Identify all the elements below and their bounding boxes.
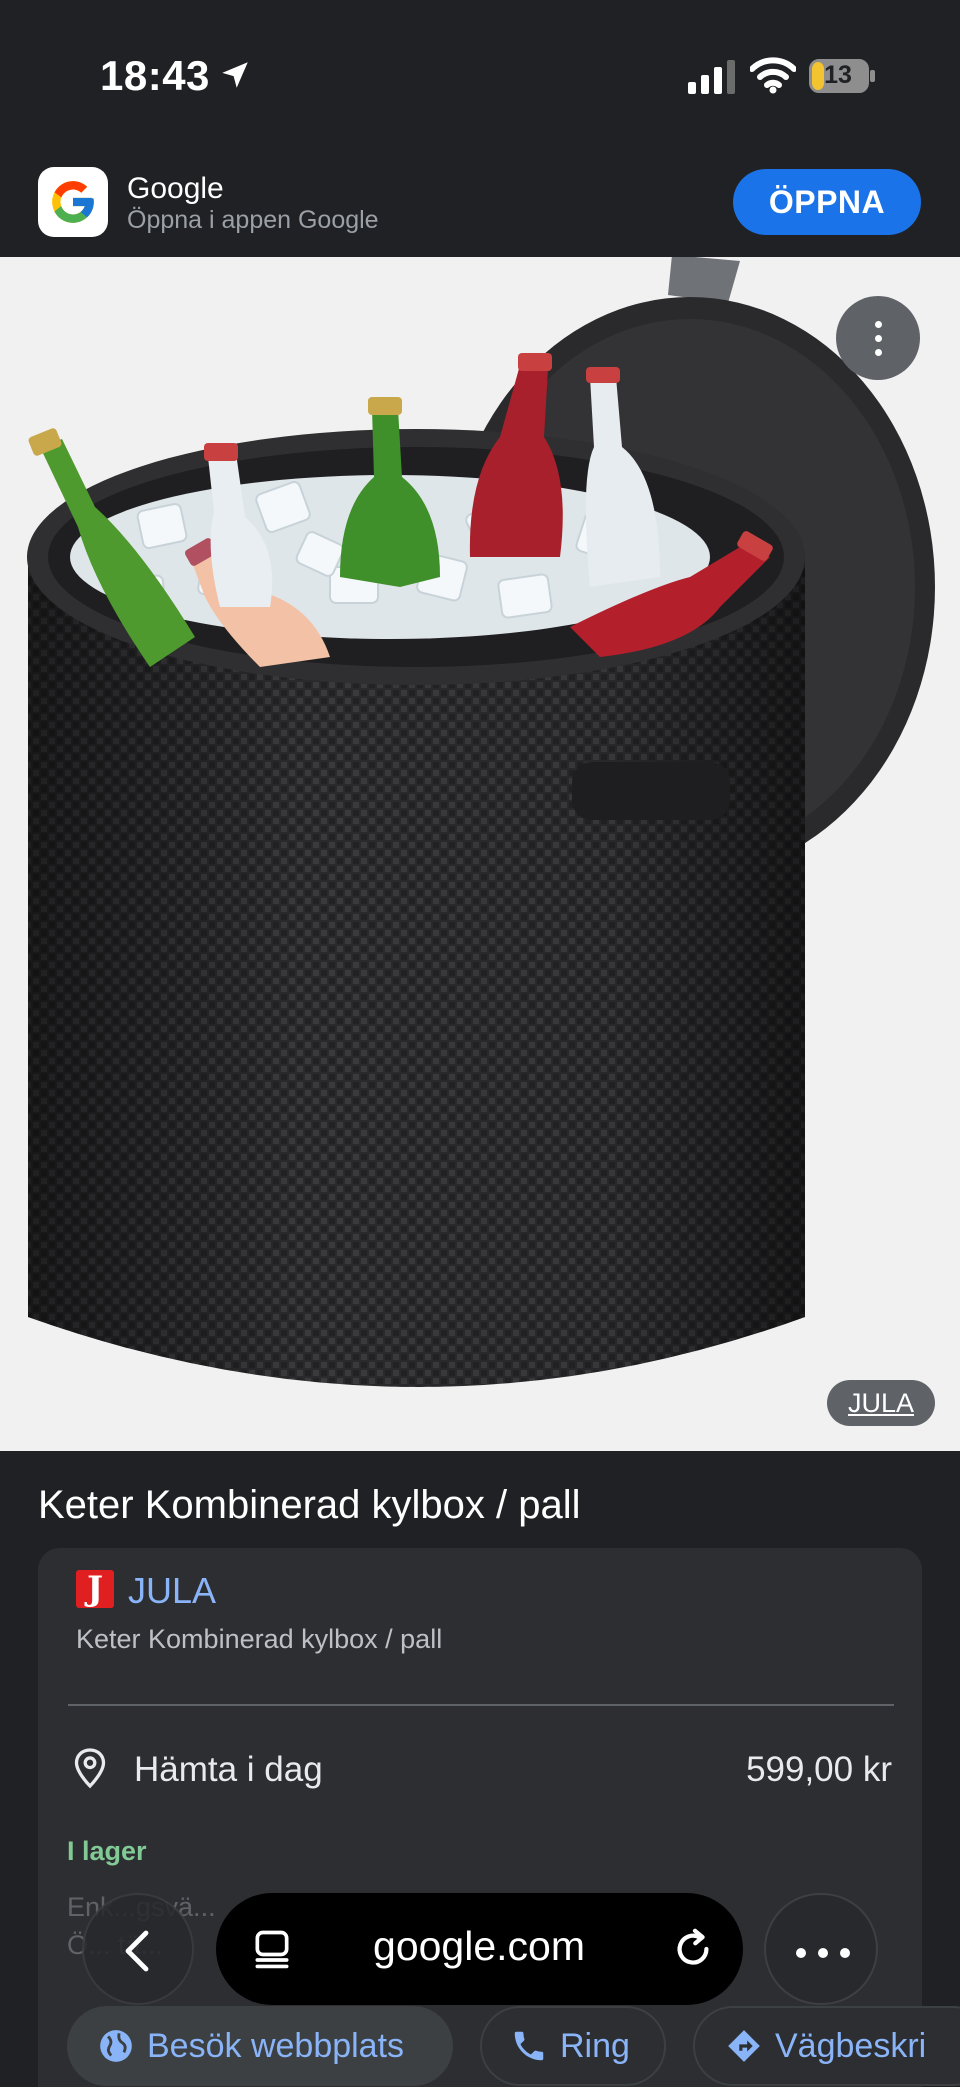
tabs-icon[interactable] [250, 1926, 294, 1972]
google-app-icon[interactable] [38, 167, 108, 237]
jula-logo: J [76, 1570, 114, 1608]
location-pin-icon [74, 1748, 106, 1789]
price: 599,00 kr [746, 1750, 892, 1789]
call-label: Ring [560, 2026, 630, 2065]
product-title: Keter Kombinerad kylbox / pall [38, 1483, 581, 1527]
wifi-icon [750, 57, 796, 94]
open-in-app-button[interactable]: ÖPPNA [733, 169, 921, 235]
location-arrow-icon [222, 62, 248, 88]
visit-website-label: Besök webbplats [147, 2026, 405, 2065]
status-time: 18:43 [100, 52, 210, 99]
jula-logo-letter: J [86, 1569, 104, 1609]
cellular-signal-icon [688, 60, 735, 94]
offer-item-name: Keter Kombinerad kylbox / pall [76, 1624, 443, 1654]
dot [875, 349, 882, 356]
call-button[interactable]: Ring [480, 2006, 666, 2086]
globe-icon [100, 2030, 132, 2062]
dot [875, 335, 882, 342]
battery-level: 13 [824, 61, 852, 89]
dot [875, 321, 882, 328]
product-image[interactable] [0, 257, 960, 1451]
google-g-icon [52, 181, 94, 223]
directions-icon [728, 2030, 760, 2062]
image-source-link[interactable]: JULA [827, 1380, 935, 1426]
banner-title: Google [127, 172, 224, 205]
more-menu-button[interactable] [764, 1893, 878, 2005]
pickup-label: Hämta i dag [134, 1750, 323, 1789]
dot [796, 1948, 806, 1958]
image-more-options-button[interactable] [836, 296, 920, 380]
merchant-link[interactable]: JULA [128, 1570, 216, 1612]
visit-website-button[interactable]: Besök webbplats [67, 2006, 453, 2086]
chevron-left-icon [125, 1930, 149, 1972]
cooler-illustration [27, 257, 935, 1387]
url-text[interactable]: google.com [300, 1923, 658, 1970]
back-button[interactable] [82, 1893, 194, 2005]
directions-button[interactable]: Vägbeskri [693, 2006, 960, 2086]
divider [68, 1704, 894, 1706]
banner-subtitle: Öppna i appen Google [127, 206, 379, 234]
directions-label: Vägbeskri [775, 2026, 927, 2065]
dot [818, 1948, 828, 1958]
stock-status: I lager [67, 1836, 147, 1866]
dot [840, 1948, 850, 1958]
reload-icon[interactable] [670, 1926, 716, 1972]
phone-icon [514, 2031, 544, 2061]
